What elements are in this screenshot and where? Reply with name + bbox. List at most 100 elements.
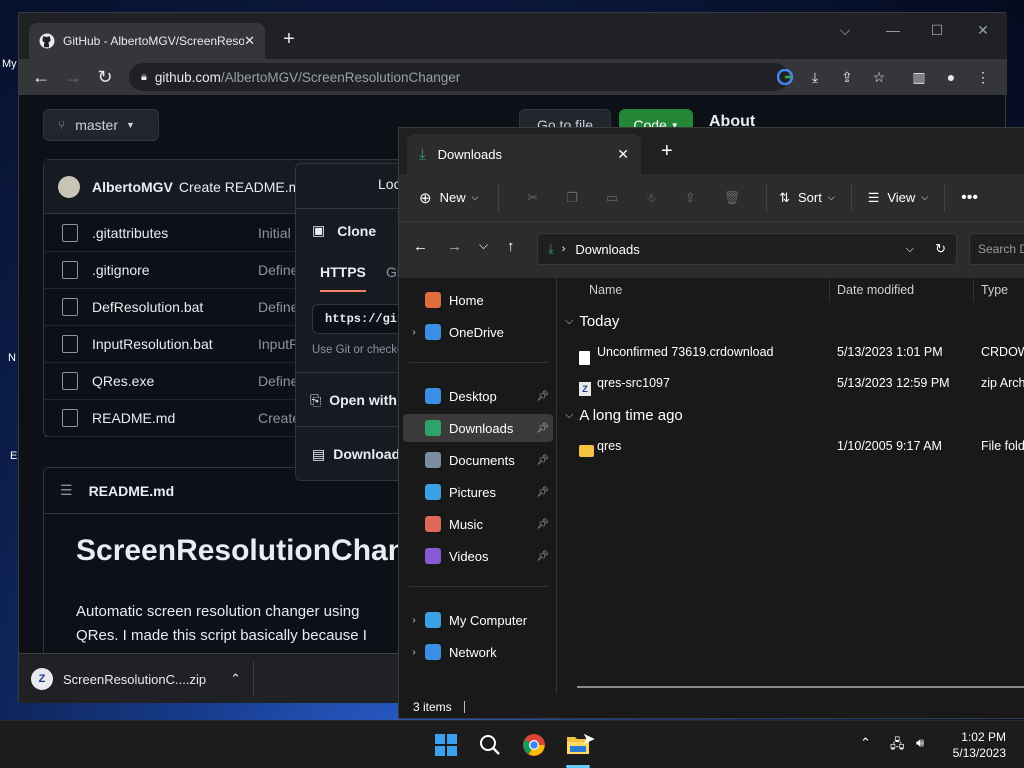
- paste-icon[interactable]: ▭: [606, 190, 618, 206]
- close-icon[interactable]: ✕: [617, 146, 629, 163]
- menu-icon[interactable]: ⋮: [971, 65, 995, 89]
- explorer-search-input[interactable]: Search Downloads: [969, 233, 1024, 265]
- file-commit-message[interactable]: InputR: [258, 336, 299, 352]
- back-button[interactable]: ←: [413, 238, 428, 255]
- chevron-up-icon[interactable]: ⌃: [860, 735, 871, 751]
- explorer-tab[interactable]: ⤓ Downloads ✕: [407, 134, 641, 174]
- column-header-date[interactable]: Date modified: [837, 278, 914, 302]
- download-item[interactable]: Z ScreenResolutionC....zip ⌃: [31, 662, 255, 696]
- chrome-tab[interactable]: GitHub - AlbertoMGV/ScreenResolutionChan…: [29, 23, 265, 59]
- sidebar-item-onedrive[interactable]: › OneDrive: [403, 318, 553, 346]
- column-header-type[interactable]: Type: [981, 278, 1008, 302]
- pin-icon[interactable]: 📌︎: [536, 391, 549, 402]
- file-name[interactable]: .gitattributes: [92, 225, 258, 241]
- pin-icon[interactable]: 📌︎: [536, 455, 549, 466]
- sidebar-item-downloads[interactable]: Downloads 📌︎: [403, 414, 553, 442]
- profile-icon[interactable]: ●: [939, 65, 963, 89]
- forward-button[interactable]: →: [59, 63, 87, 91]
- new-tab-button[interactable]: +: [275, 25, 303, 53]
- star-icon[interactable]: ☆: [867, 65, 891, 89]
- view-button[interactable]: ☰ View ⌵: [868, 190, 928, 206]
- close-window-button[interactable]: ✕: [961, 15, 1005, 45]
- desktop-icon-label[interactable]: N: [8, 352, 16, 364]
- maximize-button[interactable]: ☐: [915, 15, 959, 45]
- pin-icon[interactable]: 📌︎: [536, 423, 549, 434]
- file-commit-message[interactable]: Initial: [258, 225, 291, 241]
- group-header[interactable]: ⌵ Today: [565, 308, 619, 334]
- install-icon[interactable]: ⤓: [803, 65, 827, 89]
- clone-url-input[interactable]: https://github.com/AlbertoMGV/ScreenReso…: [312, 304, 404, 334]
- network-tray-icon[interactable]: 🖧︎: [890, 735, 905, 757]
- copy-icon[interactable]: ❐: [566, 190, 578, 206]
- new-tab-button[interactable]: +: [661, 140, 673, 163]
- forward-button[interactable]: →: [447, 238, 462, 255]
- file-commit-message[interactable]: Define: [258, 373, 298, 389]
- file-name[interactable]: .gitignore: [92, 262, 258, 278]
- reload-button[interactable]: ↻: [91, 63, 119, 91]
- minimize-button[interactable]: —: [871, 15, 915, 45]
- file-commit-message[interactable]: Create: [258, 410, 300, 426]
- commit-author[interactable]: AlbertoMGV: [92, 179, 173, 195]
- close-icon[interactable]: ✕: [244, 33, 255, 49]
- tab-search-button[interactable]: ⌵: [823, 15, 867, 45]
- sidebar-item-network[interactable]: › Network: [403, 638, 553, 666]
- sidebar-item-documents[interactable]: Documents 📌︎: [403, 446, 553, 474]
- desktop-icon-label[interactable]: E: [10, 450, 17, 462]
- pin-icon[interactable]: 📌︎: [536, 551, 549, 562]
- share-icon[interactable]: ⇪: [835, 65, 859, 89]
- sort-button[interactable]: ⇅ Sort ⌵: [779, 190, 835, 206]
- pin-icon[interactable]: 📌︎: [536, 487, 549, 498]
- open-with-desktop-button[interactable]: ⎘Open with GitHub Desktop: [310, 392, 404, 409]
- list-icon[interactable]: ☰: [60, 482, 73, 499]
- sidebar-item-videos[interactable]: Videos 📌︎: [403, 542, 553, 570]
- search-icon[interactable]: [474, 729, 506, 761]
- file-commit-message[interactable]: Define: [258, 299, 298, 315]
- chevron-right-icon[interactable]: ›: [403, 327, 425, 338]
- explorer-address-bar[interactable]: ⤓ › Downloads ⌵ ↻: [537, 233, 957, 265]
- pin-icon[interactable]: 📌︎: [536, 519, 549, 530]
- more-icon[interactable]: •••: [961, 189, 978, 207]
- list-item[interactable]: qres 1/10/2005 9:17 AM File folder: [565, 432, 1024, 460]
- windows-start-icon[interactable]: [430, 729, 462, 761]
- file-name[interactable]: InputResolution.bat: [92, 336, 258, 352]
- group-header[interactable]: ⌵ A long time ago: [565, 402, 683, 428]
- commit-message[interactable]: Create README.md: [179, 179, 308, 195]
- avatar[interactable]: [58, 175, 80, 198]
- refresh-icon[interactable]: ↻: [935, 241, 946, 257]
- google-icon[interactable]: [773, 65, 797, 89]
- sidebar-item-music[interactable]: Music 📌︎: [403, 510, 553, 538]
- list-item[interactable]: Unconfirmed 73619.crdownload 5/13/2023 1:…: [565, 338, 1024, 366]
- file-name[interactable]: DefResolution.bat: [92, 299, 258, 315]
- file-name[interactable]: README.md: [92, 410, 258, 426]
- back-button[interactable]: ←: [27, 63, 55, 91]
- chrome-icon[interactable]: [518, 729, 550, 761]
- recent-locations-button[interactable]: ⌵: [479, 238, 488, 253]
- share-icon[interactable]: ⇪: [685, 190, 696, 206]
- address-bar[interactable]: 🔒︎ github.com /AlbertoMGV/ScreenResoluti…: [129, 63, 789, 91]
- volume-icon[interactable]: 🔊︎: [916, 735, 924, 751]
- chevron-right-icon[interactable]: ›: [403, 615, 425, 626]
- cut-icon[interactable]: ✂: [527, 190, 538, 206]
- clock[interactable]: 1:02 PM 5/13/2023: [953, 729, 1006, 761]
- chevron-up-icon[interactable]: ⌃: [230, 671, 241, 687]
- download-zip-button[interactable]: ▤Download ZIP: [312, 446, 404, 463]
- sidebar-item-my-computer[interactable]: › My Computer: [403, 606, 553, 634]
- https-tab[interactable]: HTTPS: [320, 264, 366, 292]
- up-button[interactable]: ↑: [507, 238, 515, 255]
- column-header-name[interactable]: Name: [589, 278, 622, 302]
- file-name[interactable]: QRes.exe: [92, 373, 258, 389]
- file-commit-message[interactable]: Define: [258, 262, 298, 278]
- sidebar-item-home[interactable]: Home: [403, 286, 553, 314]
- list-item[interactable]: Zqres-src10975/13/2023 12:59 PMzip Archi…: [565, 369, 1024, 397]
- desktop-icon-label[interactable]: My: [2, 58, 17, 70]
- sidebar-item-pictures[interactable]: Pictures 📌︎: [403, 478, 553, 506]
- horizontal-scrollbar[interactable]: [577, 686, 1024, 688]
- branch-selector[interactable]: ⑂ master ▼: [43, 109, 159, 141]
- sidebar-item-desktop[interactable]: Desktop 📌︎: [403, 382, 553, 410]
- chevron-right-icon[interactable]: ›: [403, 647, 425, 658]
- delete-icon[interactable]: 🗑︎: [724, 190, 741, 206]
- rename-icon[interactable]: ⎀: [646, 190, 656, 206]
- sidepanel-icon[interactable]: ▥: [907, 65, 931, 89]
- new-button[interactable]: ⊕ New ⌵: [419, 189, 478, 207]
- chevron-down-icon[interactable]: ⌵: [906, 243, 914, 256]
